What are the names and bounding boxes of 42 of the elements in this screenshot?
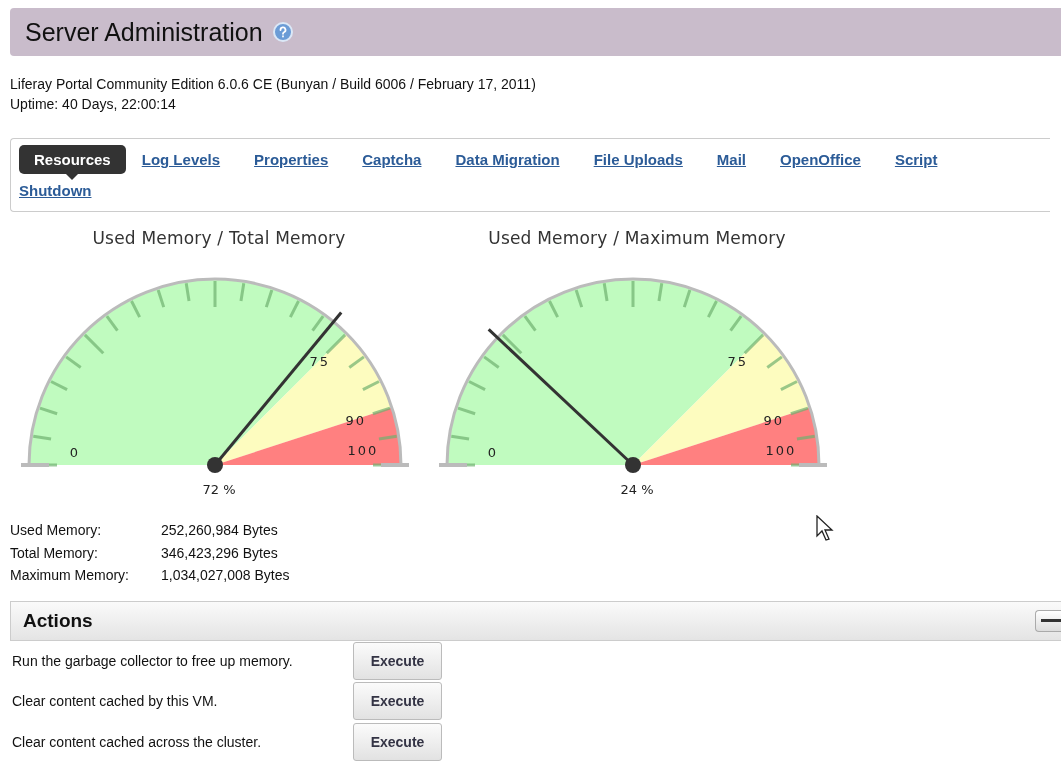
tab[interactable]: Data Migration [455, 145, 560, 174]
tab[interactable]: Properties [254, 145, 329, 174]
memory-value: 346,423,296 Bytes [161, 543, 279, 563]
tab[interactable]: Shutdown [19, 176, 92, 205]
memory-label: Maximum Memory: [10, 566, 130, 585]
mouse-pointer-icon [816, 515, 834, 541]
execute-button[interactable]: Execute [353, 682, 442, 721]
tab[interactable]: OpenOffice [780, 145, 861, 174]
gauge-scale-label: 90 [345, 413, 367, 429]
gauge-scale-label: 75 [309, 354, 330, 370]
help-icon[interactable] [272, 22, 293, 42]
collapse-button[interactable] [1035, 609, 1061, 632]
gauge-title: Used Memory / Total Memory [92, 228, 346, 248]
action-description: Clear content cached by this VM. [11, 693, 219, 710]
gauge-scale-label: 100 [765, 443, 797, 458]
gauge-scale-label: 0 [69, 445, 81, 460]
version-info-text: Uptime: 40 Days, 22:00:14 [10, 95, 177, 114]
gauge-scale-label: 75 [727, 354, 748, 370]
gauge-reading: 24 % [620, 482, 654, 497]
memory-label: Used Memory: [10, 521, 103, 540]
tab[interactable]: Mail [716, 145, 747, 174]
tab[interactable]: Log Levels [141, 145, 221, 174]
tab[interactable]: File Uploads [593, 145, 683, 174]
page-title: Server Administration [25, 17, 263, 47]
memory-value: 252,260,984 Bytes [161, 521, 279, 540]
tab-pointer-icon [66, 174, 79, 180]
action-description: Clear content cached across the cluster. [11, 733, 263, 750]
tab[interactable]: Captcha [362, 145, 422, 174]
gauge-title: Used Memory / Maximum Memory [488, 228, 786, 248]
tab[interactable]: Script [894, 145, 938, 174]
execute-button[interactable]: Execute [353, 641, 442, 680]
gauge-scale-label: 100 [347, 443, 379, 458]
memory-label: Total Memory: [10, 543, 99, 563]
gauge-reading: 72 % [202, 482, 236, 497]
gauge-scale-label: 90 [763, 413, 785, 429]
minus-icon [1041, 618, 1061, 623]
gauge-scale-label: 0 [487, 445, 499, 460]
section-title: Actions [23, 609, 93, 632]
memory-value: 1,034,027,008 Bytes [161, 566, 290, 585]
execute-button[interactable]: Execute [353, 722, 442, 761]
action-description: Run the garbage collector to free up memory. [11, 652, 294, 669]
version-info-text: Liferay Portal Community Edition 6.0.6 CE (Bunyan / Build 6006 / February 17, 2011) [10, 75, 537, 94]
